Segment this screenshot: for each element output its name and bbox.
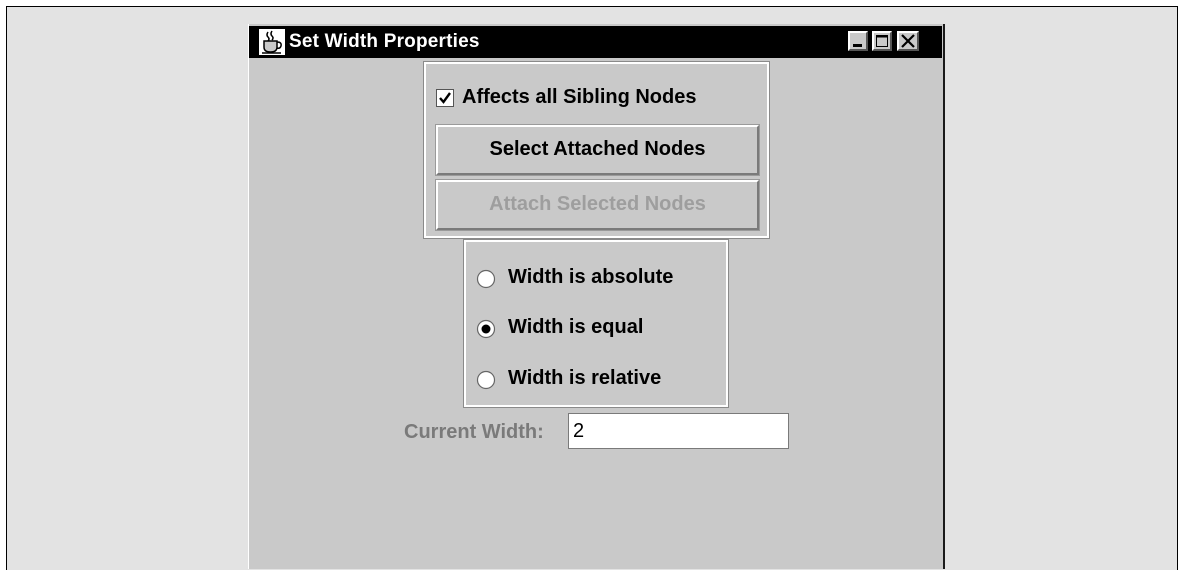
attach-selected-nodes-button[interactable]: Attach Selected Nodes [435,179,760,231]
close-button[interactable] [897,31,919,51]
select-attached-nodes-button[interactable]: Select Attached Nodes [435,124,760,176]
width-mode-radio-group: Width is absolute Width is equal Width i… [463,239,729,408]
radio-width-absolute[interactable] [476,269,496,289]
minimize-button[interactable] [848,31,868,51]
node-options-panel: Affects all Sibling Nodes Select Attache… [423,61,770,239]
current-width-label: Current Width: [404,421,544,443]
radio-width-equal-label: Width is equal [508,316,644,338]
radio-width-equal[interactable] [476,319,496,339]
set-width-dialog: Set Width Properties Affects all Sibling… [248,24,945,569]
affects-siblings-label: Affects all Sibling Nodes [462,86,697,108]
close-icon [901,34,915,48]
radio-width-absolute-label: Width is absolute [508,266,674,288]
maximize-button[interactable] [872,31,892,51]
radio-width-relative[interactable] [476,370,496,390]
java-coffee-cup-icon[interactable] [259,29,285,55]
radio-width-relative-label: Width is relative [508,367,662,389]
checkmark-icon [439,92,451,104]
title-bar[interactable]: Set Width Properties [249,26,942,58]
minimize-icon [853,44,862,47]
affects-siblings-checkbox[interactable] [436,89,454,107]
current-width-input[interactable] [568,413,789,449]
window-title: Set Width Properties [289,31,480,52]
maximize-icon [876,35,888,47]
